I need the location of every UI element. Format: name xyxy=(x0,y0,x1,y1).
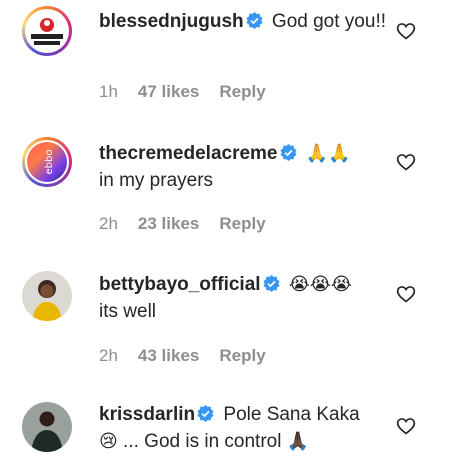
comment-text: blessednjugush God got you!! xyxy=(99,8,399,35)
username[interactable]: krissdarlin xyxy=(99,404,195,425)
timestamp: 2h xyxy=(99,346,118,365)
avatar-blessednjugush[interactable] xyxy=(22,6,72,56)
likes-count[interactable]: 23 likes xyxy=(138,214,199,234)
svg-text:ebbo: ebbo xyxy=(44,150,55,175)
praying-hands-emoji: 🙏🙏 xyxy=(305,143,351,164)
likes-count[interactable]: 43 likes xyxy=(138,346,199,366)
username[interactable]: blessednjugush xyxy=(99,11,244,32)
brand-logo-icon: ebbo xyxy=(44,150,55,175)
praying-hands-emoji: 🙏🏿 xyxy=(286,431,310,452)
verified-badge-icon xyxy=(246,12,263,29)
avatar-thecremedelacreme[interactable]: ebbo xyxy=(22,137,72,187)
heart-outline-icon[interactable] xyxy=(396,416,416,436)
timestamp: 2h xyxy=(99,214,118,233)
verified-badge-icon xyxy=(262,275,280,292)
timestamp: 1h xyxy=(99,82,118,101)
comment-meta: 2h 23 likes Reply xyxy=(99,214,266,234)
comment-meta: 2h 43 likes Reply xyxy=(99,346,266,366)
verified-badge-icon xyxy=(197,405,214,422)
verified-badge-icon xyxy=(279,144,297,161)
comment-text: bettybayo_official 😭😭😭 its well xyxy=(99,271,399,325)
avatar-bettybayo-official[interactable] xyxy=(22,271,72,321)
crying-face-emoji: 😭😭😭 xyxy=(288,274,352,295)
heart-outline-icon[interactable] xyxy=(396,21,416,41)
reply-button[interactable]: Reply xyxy=(219,82,265,102)
heart-outline-icon[interactable] xyxy=(396,152,416,172)
username[interactable]: thecremedelacreme xyxy=(99,143,278,164)
person-photo-icon xyxy=(31,411,63,452)
comment-meta: 1h 47 likes Reply xyxy=(99,82,266,102)
username[interactable]: bettybayo_official xyxy=(99,274,261,295)
comment-body: Pole Sana Kaka xyxy=(223,404,360,425)
heart-outline-icon[interactable] xyxy=(396,284,416,304)
reply-button[interactable]: Reply xyxy=(219,214,265,234)
comment-body-2: ... God is in control xyxy=(123,431,282,452)
reply-button[interactable]: Reply xyxy=(219,346,265,366)
comment-body: God got you!! xyxy=(271,11,386,32)
comment-body: its well xyxy=(99,301,157,322)
comment-text: thecremedelacreme 🙏🙏 in my prayers xyxy=(99,140,399,194)
sad-face-emoji: 😢 xyxy=(99,431,118,452)
person-photo-icon xyxy=(32,280,62,321)
avatar-krissdarlin[interactable] xyxy=(22,402,72,452)
comment-body: in my prayers xyxy=(99,170,214,191)
likes-count[interactable]: 47 likes xyxy=(138,82,199,102)
comment-text: krissdarlin Pole Sana Kaka 😢 ... God is … xyxy=(99,401,399,455)
njugush-logo-icon xyxy=(31,18,63,45)
